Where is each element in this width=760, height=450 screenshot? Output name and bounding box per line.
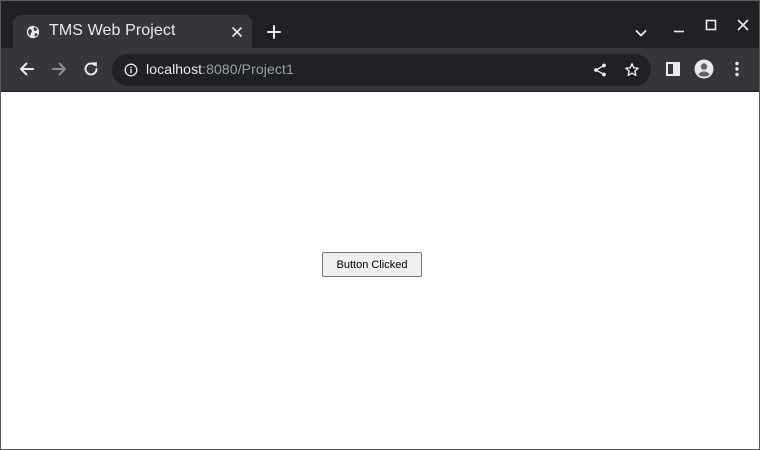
back-icon[interactable] [17, 59, 37, 79]
browser-window: TMS Web Project localhost:8080/Project1 … [0, 0, 760, 450]
new-tab-icon[interactable] [265, 23, 283, 41]
tab-title: TMS Web Project [49, 22, 176, 39]
address-bar[interactable]: localhost:8080/Project1 [112, 54, 651, 86]
forward-icon[interactable] [49, 59, 69, 79]
url-host: localhost [146, 61, 203, 77]
tab-search-icon[interactable] [633, 25, 649, 41]
close-icon[interactable] [735, 17, 751, 33]
profile-icon[interactable] [694, 59, 714, 79]
tab-strip: TMS Web Project [1, 1, 759, 48]
page-content: Button Clicked [1, 92, 759, 449]
share-icon[interactable] [592, 62, 608, 78]
menu-icon[interactable] [727, 59, 747, 79]
minimize-icon[interactable] [671, 23, 687, 39]
bookmark-star-icon[interactable] [624, 62, 640, 78]
side-panel-icon[interactable] [663, 59, 683, 79]
url-path: :8080/Project1 [202, 61, 294, 77]
reload-icon[interactable] [81, 59, 101, 79]
maximize-icon[interactable] [703, 17, 719, 33]
tab-close-icon[interactable] [230, 25, 244, 39]
globe-icon [26, 25, 40, 39]
browser-toolbar: localhost:8080/Project1 [1, 48, 759, 92]
browser-tab[interactable]: TMS Web Project [13, 15, 252, 48]
clicked-button[interactable]: Button Clicked [322, 252, 422, 277]
site-info-icon[interactable] [124, 63, 138, 77]
url-text: localhost:8080/Project1 [146, 61, 294, 77]
